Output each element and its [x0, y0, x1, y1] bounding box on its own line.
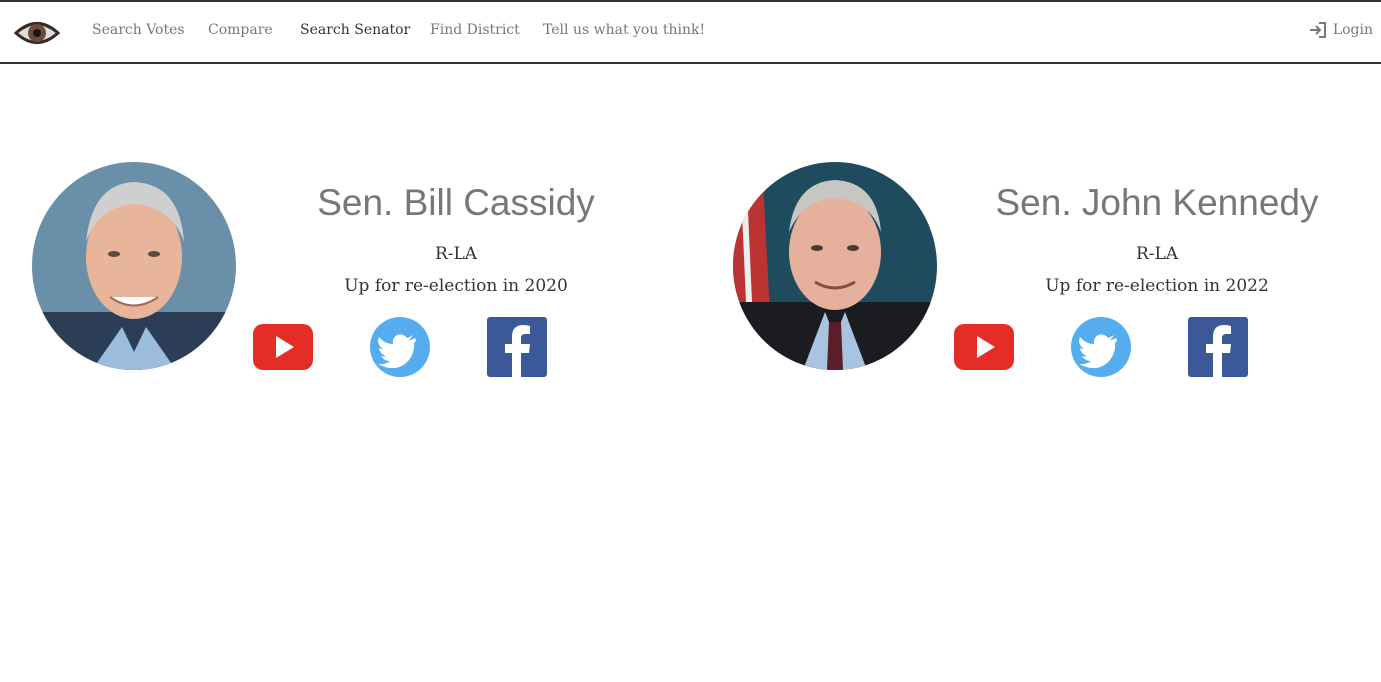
top-navbar: Search Votes Compare Search Senator Find…	[0, 0, 1381, 64]
nav-compare[interactable]: Compare	[208, 22, 273, 38]
senator-card: Sen. Bill Cassidy R-LA Up for re-electio…	[32, 160, 652, 380]
senator-party-state: R-LA	[1135, 244, 1179, 264]
twitter-icon[interactable]	[369, 316, 431, 378]
nav-search-senator[interactable]: Search Senator	[300, 22, 410, 38]
youtube-icon[interactable]	[953, 316, 1015, 378]
senator-reelection: Up for re-election in 2020	[344, 276, 568, 296]
nav-find-district[interactable]: Find District	[430, 22, 520, 38]
facebook-icon[interactable]	[486, 316, 548, 378]
senator-party-state: R-LA	[434, 244, 478, 264]
facebook-icon[interactable]	[1187, 316, 1249, 378]
sign-in-icon	[1309, 22, 1326, 38]
login-label: Login	[1332, 22, 1373, 38]
senator-card: Sen. John Kennedy R-LA Up for re-electio…	[733, 160, 1353, 380]
senator-photo	[733, 162, 937, 370]
senator-name: Sen. Bill Cassidy	[317, 182, 595, 223]
senator-name: Sen. John Kennedy	[995, 182, 1319, 223]
eye-logo-icon[interactable]	[13, 16, 61, 50]
login-link[interactable]: Login	[1309, 22, 1373, 38]
nav-search-votes[interactable]: Search Votes	[92, 22, 185, 38]
youtube-icon[interactable]	[252, 316, 314, 378]
nav-feedback[interactable]: Tell us what you think!	[543, 22, 705, 38]
senator-reelection: Up for re-election in 2022	[1045, 276, 1269, 296]
senator-photo	[32, 162, 236, 370]
twitter-icon[interactable]	[1070, 316, 1132, 378]
